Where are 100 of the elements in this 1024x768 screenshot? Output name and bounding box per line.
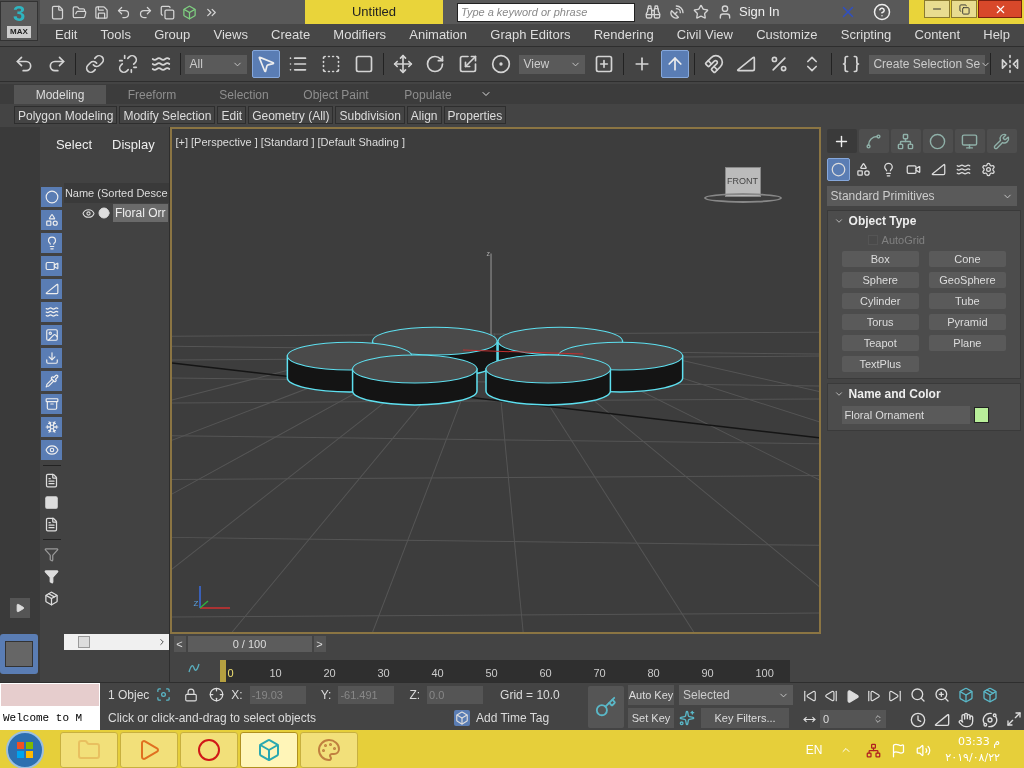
rollout-toggle-icon[interactable] <box>833 216 844 226</box>
ribbon-tab[interactable]: Selection <box>198 85 290 104</box>
primitive-button[interactable]: Torus <box>841 314 919 330</box>
primitive-button[interactable]: Tube <box>928 293 1006 309</box>
expand-button[interactable] <box>10 598 30 618</box>
column-header[interactable]: Name (Sorted Desce <box>63 183 169 203</box>
explorer-tab[interactable]: Select <box>55 135 92 155</box>
rollout-title[interactable]: Name and Color <box>848 385 941 403</box>
next-frame-button[interactable]: > <box>313 636 326 652</box>
ring-taskbar-button[interactable] <box>180 732 238 768</box>
cube-icon[interactable] <box>182 4 197 20</box>
set-key-mode-button[interactable]: Set Key <box>628 708 674 728</box>
play-icon[interactable] <box>845 688 860 704</box>
previous-key-icon[interactable] <box>824 689 838 703</box>
undo-icon[interactable] <box>116 4 131 20</box>
ribbon-panel[interactable]: Subdivision <box>335 105 405 124</box>
track-bar[interactable]: 0 10 20 30 40 50 60 70 80 90 100 <box>219 660 790 682</box>
ribbon-panel[interactable]: Modify Selection <box>119 105 216 124</box>
archive-filter-button[interactable] <box>41 394 63 414</box>
zoom-icon[interactable] <box>910 687 926 703</box>
ribbon-panel[interactable]: Polygon Modeling <box>14 105 118 124</box>
zoom-all-icon[interactable] <box>934 687 950 703</box>
minimize-button[interactable] <box>924 0 950 18</box>
horizontal-scrollbar[interactable] <box>63 634 169 650</box>
spinner-icon[interactable] <box>873 714 883 724</box>
primitive-button[interactable]: Cylinder <box>841 293 919 309</box>
scene-item[interactable]: Floral Orr <box>112 204 168 222</box>
save-icon[interactable] <box>94 4 109 20</box>
app-logo[interactable]: 3 MAX <box>0 1 38 41</box>
waves-filter-button[interactable] <box>41 302 63 322</box>
menu-item[interactable]: Content <box>914 25 961 45</box>
document-icon[interactable] <box>44 473 60 488</box>
viewport-label[interactable]: [+] <box>175 134 189 151</box>
square-icon[interactable] <box>44 495 60 510</box>
redo-icon[interactable] <box>138 4 153 20</box>
primitive-button[interactable]: Pyramid <box>928 314 1006 330</box>
primitive-button[interactable]: TextPlus <box>841 356 919 372</box>
maximize-viewport-icon[interactable] <box>1006 711 1022 727</box>
ribbon-tab[interactable]: Object Paint <box>290 85 382 104</box>
image-filter-button[interactable] <box>41 325 63 345</box>
category-dropdown[interactable]: Standard Primitives <box>826 186 1017 206</box>
time-slider-thumb[interactable]: 0 / 100 <box>187 636 312 652</box>
lightbulb-filter-button[interactable] <box>41 233 63 253</box>
viewport-label[interactable]: [Perspective ] <box>191 134 258 151</box>
primitive-button[interactable]: GeoSphere <box>928 272 1006 288</box>
pan-icon[interactable] <box>958 711 974 728</box>
previous-frame-button[interactable]: < <box>173 636 186 652</box>
wrench-tab[interactable] <box>986 129 1017 153</box>
menu-item[interactable]: Group <box>154 25 191 45</box>
circle-filter-button[interactable] <box>41 187 63 207</box>
restore-button[interactable] <box>951 0 977 18</box>
eye-filter-button[interactable] <box>41 440 63 460</box>
primitive-button[interactable]: Sphere <box>841 272 919 288</box>
ribbon-tab[interactable]: Modeling <box>14 85 106 104</box>
primitive-button[interactable]: Cone <box>928 251 1006 267</box>
menu-item[interactable]: Animation <box>409 25 468 45</box>
filter-icon[interactable] <box>44 547 60 562</box>
camera-filter-button[interactable] <box>41 256 63 276</box>
menu-item[interactable]: Rendering <box>593 25 654 45</box>
crosshair-icon[interactable] <box>209 687 225 703</box>
menu-item[interactable]: Help <box>983 25 1010 45</box>
listener-field[interactable] <box>1 684 99 706</box>
object-name-field[interactable]: Floral Ornament <box>841 406 970 424</box>
go-to-end-icon[interactable] <box>888 689 902 703</box>
circle-tab[interactable] <box>922 129 953 153</box>
frame-field[interactable]: 0 <box>820 710 886 728</box>
ribbon-panel[interactable]: Geometry (All) <box>248 105 334 124</box>
auto-key-button[interactable]: Auto Key <box>628 685 674 705</box>
menu-item[interactable]: Tools <box>100 25 131 45</box>
cube-icon[interactable] <box>454 710 470 727</box>
start-button[interactable] <box>6 731 44 768</box>
add-time-tag-button[interactable]: Add Time Tag <box>476 709 550 728</box>
snowflake-filter-button[interactable] <box>41 417 63 437</box>
toolbar-dropdown[interactable]: All <box>185 54 247 74</box>
select-object-button[interactable] <box>251 50 280 78</box>
curve-editor-icon[interactable] <box>187 662 200 674</box>
selection-focus-icon[interactable] <box>156 687 172 703</box>
set-key-button[interactable] <box>588 686 624 728</box>
orbit-icon[interactable] <box>982 711 998 728</box>
object-color-swatch[interactable] <box>973 407 989 423</box>
viewcube[interactable]: FRONT <box>702 167 783 209</box>
lock-icon[interactable] <box>184 687 199 702</box>
viewport-layout-button[interactable] <box>0 634 38 674</box>
help-icon[interactable] <box>873 3 891 21</box>
rollout-toggle-icon[interactable] <box>833 389 844 399</box>
container-icon[interactable] <box>44 591 60 606</box>
binoculars-icon[interactable] <box>645 4 661 20</box>
scrollbar-thumb[interactable] <box>77 636 90 648</box>
menu-item[interactable]: Civil View <box>676 25 733 45</box>
ribbon-panel[interactable]: Properties <box>443 105 507 124</box>
menu-item[interactable]: Graph Editors <box>490 25 571 45</box>
ribbon-tab[interactable]: Freeform <box>106 85 198 104</box>
menu-item[interactable]: Edit <box>55 25 78 45</box>
rollout-title[interactable]: Object Type <box>848 212 917 230</box>
ribbon-panel[interactable]: Edit <box>217 105 247 124</box>
open-folder-icon[interactable] <box>72 4 87 20</box>
up-arrow-button[interactable] <box>661 50 689 78</box>
curve-tab[interactable] <box>858 129 889 153</box>
shapes-filter-button[interactable] <box>41 210 63 230</box>
viewport-label[interactable]: [Default Shading ] <box>317 134 405 151</box>
